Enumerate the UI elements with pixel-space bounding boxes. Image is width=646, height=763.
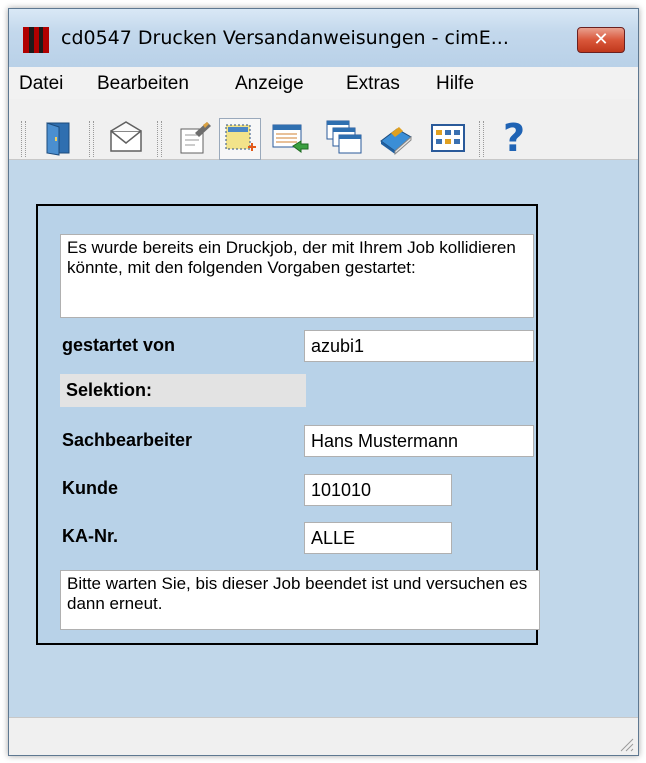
import-list-icon[interactable] bbox=[271, 119, 309, 157]
footer-message: Bitte warten Sie, bis dieser Job beendet… bbox=[60, 570, 540, 630]
app-logo-icon bbox=[23, 27, 49, 53]
close-button[interactable]: ✕ bbox=[577, 27, 625, 53]
window-title: cd0547 Drucken Versandanweisungen - cimE… bbox=[61, 27, 509, 49]
toolbar-grip[interactable] bbox=[21, 121, 26, 157]
toolbar-separator bbox=[479, 121, 484, 157]
ka-number-label: KA-Nr. bbox=[62, 526, 119, 546]
resize-grip-icon[interactable] bbox=[616, 734, 634, 752]
clerk-field: Hans Mustermann bbox=[304, 425, 534, 457]
title-bar[interactable]: cd0547 Drucken Versandanweisungen - cimE… bbox=[9, 9, 638, 67]
status-bar bbox=[9, 717, 638, 755]
customer-field: 101010 bbox=[304, 474, 452, 506]
menu-hilfe[interactable]: Hilfe bbox=[436, 73, 474, 95]
toolbar: ? bbox=[9, 99, 638, 160]
select-area-icon[interactable] bbox=[219, 118, 261, 160]
grid-view-icon[interactable] bbox=[429, 119, 467, 157]
customer-label: Kunde bbox=[62, 478, 118, 498]
menu-bar: Datei Bearbeiten Anzeige Extras Hilfe bbox=[9, 67, 638, 100]
menu-datei[interactable]: Datei bbox=[19, 73, 63, 95]
toolbar-separator bbox=[157, 121, 162, 157]
toolbar-separator bbox=[89, 121, 94, 157]
app-window: cd0547 Drucken Versandanweisungen - cimE… bbox=[8, 8, 639, 756]
started-by-field: azubi1 bbox=[304, 330, 534, 362]
windows-cascade-icon[interactable] bbox=[325, 119, 363, 157]
started-by-label: gestartet von bbox=[62, 335, 176, 355]
clerk-label: Sachbearbeiter bbox=[62, 430, 193, 450]
menu-anzeige[interactable]: Anzeige bbox=[235, 73, 304, 95]
menu-extras[interactable]: Extras bbox=[346, 73, 400, 95]
edit-document-icon[interactable] bbox=[175, 119, 213, 157]
conflict-info-panel: Es wurde bereits ein Druckjob, der mit I… bbox=[36, 204, 540, 645]
selection-heading: Selektion: bbox=[60, 374, 306, 407]
menu-bearbeiten[interactable]: Bearbeiten bbox=[97, 73, 189, 95]
envelope-icon[interactable] bbox=[107, 119, 145, 157]
book-icon[interactable] bbox=[377, 119, 415, 157]
ka-number-field: ALLE bbox=[304, 522, 452, 554]
intro-message: Es wurde bereits ein Druckjob, der mit I… bbox=[60, 234, 534, 318]
help-icon[interactable]: ? bbox=[495, 119, 533, 157]
exit-door-icon[interactable] bbox=[39, 119, 77, 157]
